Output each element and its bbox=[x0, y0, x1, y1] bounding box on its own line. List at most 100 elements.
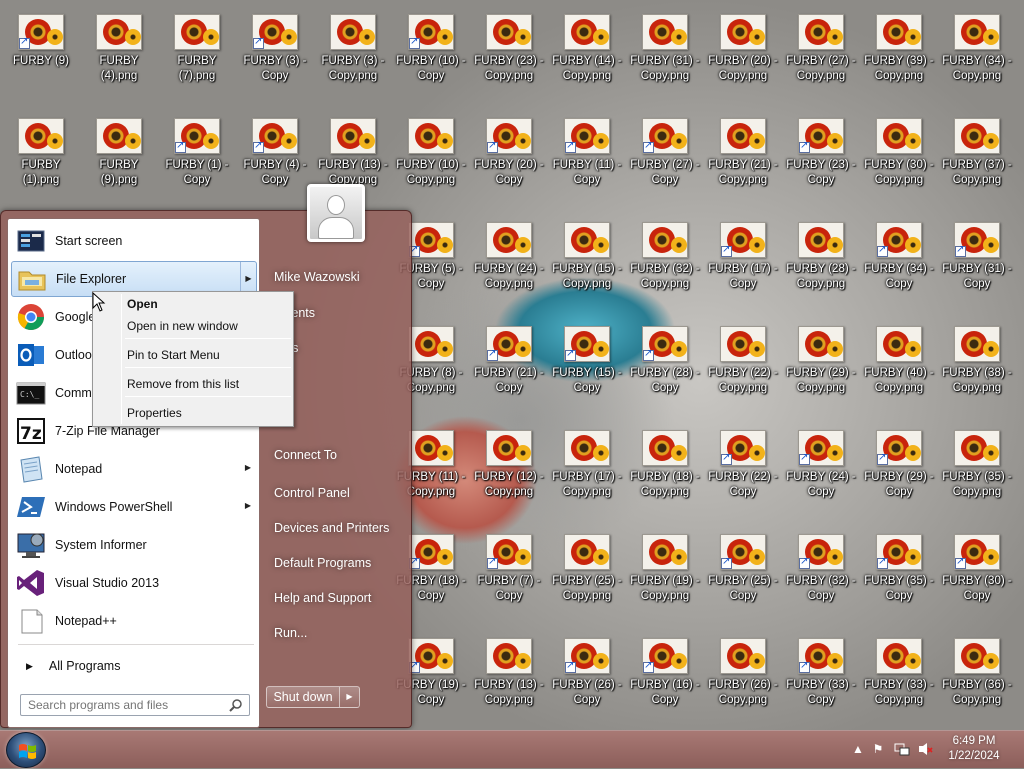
desktop-file-icon[interactable]: FURBY (4) - Copy bbox=[238, 104, 312, 200]
image-thumbnail-icon bbox=[408, 118, 454, 154]
search-box[interactable] bbox=[20, 694, 250, 716]
desktop-file-icon[interactable]: FURBY (20) - Copy.png bbox=[706, 0, 780, 96]
ctx-open[interactable]: Open bbox=[127, 294, 291, 314]
shutdown-options-button[interactable]: ▶ bbox=[340, 686, 360, 708]
desktop-file-icon[interactable]: FURBY (22) - Copy bbox=[706, 416, 780, 512]
desktop-file-icon[interactable]: FURBY (30) - Copy bbox=[940, 520, 1014, 616]
desktop-file-icon[interactable]: FURBY (36) - Copy.png bbox=[940, 624, 1014, 720]
network-icon[interactable] bbox=[894, 741, 910, 757]
desktop-file-label: FURBY (22) - Copy bbox=[708, 471, 778, 498]
desktop-file-icon[interactable]: FURBY (29) - Copy.png bbox=[784, 312, 858, 408]
desktop-file-icon[interactable]: FURBY (27) - Copy.png bbox=[784, 0, 858, 96]
desktop-file-icon[interactable]: FURBY (1) - Copy bbox=[160, 104, 234, 200]
desktop-file-icon[interactable]: FURBY (22) - Copy.png bbox=[706, 312, 780, 408]
show-hidden-icons-icon[interactable]: ▲ bbox=[850, 741, 866, 757]
search-input[interactable] bbox=[26, 696, 222, 714]
context-menu: Open Open in new window Pin to Start Men… bbox=[92, 291, 294, 427]
desktop-file-icon[interactable]: FURBY (19) - Copy.png bbox=[628, 520, 702, 616]
shortcut-arrow-icon bbox=[409, 36, 420, 49]
places-connect-to[interactable]: Connect To bbox=[266, 440, 406, 470]
desktop-file-icon[interactable]: FURBY (34) - Copy.png bbox=[940, 0, 1014, 96]
desktop-file-icon[interactable]: FURBY (20) - Copy bbox=[472, 104, 546, 200]
desktop-file-icon[interactable]: FURBY (26) - Copy.png bbox=[706, 624, 780, 720]
start-button[interactable] bbox=[6, 732, 46, 768]
desktop-file-icon[interactable]: FURBY (31) - Copy.png bbox=[628, 0, 702, 96]
submenu-arrow-icon[interactable]: ▶ bbox=[245, 463, 251, 472]
places-control-panel[interactable]: Control Panel bbox=[266, 478, 406, 508]
places-user-folder[interactable]: Mike Wazowski bbox=[266, 262, 406, 292]
search-icon[interactable] bbox=[229, 698, 243, 712]
desktop-file-icon[interactable]: FURBY (39) - Copy.png bbox=[862, 0, 936, 96]
desktop-file-icon[interactable]: FURBY (23) - Copy bbox=[784, 104, 858, 200]
desktop-file-icon[interactable]: FURBY (7) - Copy bbox=[472, 520, 546, 616]
submenu-arrow-icon[interactable]: ▶ bbox=[245, 501, 251, 510]
program-system-informer[interactable]: System Informer bbox=[11, 527, 257, 563]
desktop-file-icon[interactable]: FURBY (17) - Copy bbox=[706, 208, 780, 304]
program-notepadpp[interactable]: Notepad++ bbox=[11, 603, 257, 639]
ctx-open-new-window[interactable]: Open in new window bbox=[127, 316, 291, 336]
desktop-file-icon[interactable]: FURBY (31) - Copy bbox=[940, 208, 1014, 304]
desktop-file-icon[interactable]: FURBY (9) bbox=[4, 0, 78, 96]
desktop-file-icon[interactable]: FURBY (3) - Copy.png bbox=[316, 0, 390, 96]
desktop-file-icon[interactable]: FURBY (40) - Copy.png bbox=[862, 312, 936, 408]
desktop-file-icon[interactable]: FURBY (27) - Copy bbox=[628, 104, 702, 200]
places-devices-printers[interactable]: Devices and Printers bbox=[266, 513, 406, 543]
desktop-file-icon[interactable]: FURBY (7).png bbox=[160, 0, 234, 96]
desktop-file-icon[interactable]: FURBY (37) - Copy.png bbox=[940, 104, 1014, 200]
shutdown-button[interactable]: Shut down bbox=[266, 686, 340, 708]
desktop-file-label: FURBY (32) - Copy bbox=[786, 575, 856, 602]
action-center-flag-icon[interactable]: ⚑ bbox=[870, 741, 886, 757]
all-programs[interactable]: ▶ All Programs bbox=[11, 653, 257, 679]
desktop-file-icon[interactable]: FURBY (25) - Copy bbox=[706, 520, 780, 616]
places-run[interactable]: Run... bbox=[266, 618, 406, 648]
desktop-file-icon[interactable]: FURBY (21) - Copy.png bbox=[706, 104, 780, 200]
places-default-programs[interactable]: Default Programs bbox=[266, 548, 406, 578]
desktop-file-icon[interactable]: FURBY (1).png bbox=[4, 104, 78, 200]
desktop-file-icon[interactable]: FURBY (28) - Copy bbox=[628, 312, 702, 408]
volume-muted-icon[interactable] bbox=[918, 741, 934, 757]
desktop-file-icon[interactable]: FURBY (17) - Copy.png bbox=[550, 416, 624, 512]
desktop-file-icon[interactable]: FURBY (16) - Copy bbox=[628, 624, 702, 720]
ctx-pin-start[interactable]: Pin to Start Menu bbox=[127, 345, 291, 365]
desktop-file-icon[interactable]: FURBY (38) - Copy.png bbox=[940, 312, 1014, 408]
image-thumbnail-icon bbox=[720, 534, 766, 570]
image-thumbnail-icon bbox=[564, 14, 610, 50]
desktop-file-icon[interactable]: FURBY (13) - Copy.png bbox=[472, 624, 546, 720]
places-help-support[interactable]: Help and Support bbox=[266, 583, 406, 613]
desktop-file-icon[interactable]: FURBY (28) - Copy.png bbox=[784, 208, 858, 304]
desktop-file-icon[interactable]: FURBY (3) - Copy bbox=[238, 0, 312, 96]
desktop-file-icon[interactable]: FURBY (32) - Copy.png bbox=[628, 208, 702, 304]
program-notepad[interactable]: Notepad ▶ bbox=[11, 451, 257, 487]
desktop-file-icon[interactable]: FURBY (23) - Copy.png bbox=[472, 0, 546, 96]
desktop-file-icon[interactable]: FURBY (4).png bbox=[82, 0, 156, 96]
desktop-file-icon[interactable]: FURBY (12) - Copy.png bbox=[472, 416, 546, 512]
ctx-properties[interactable]: Properties bbox=[127, 403, 291, 423]
desktop-file-icon[interactable]: FURBY (10) - Copy.png bbox=[394, 104, 468, 200]
program-visual-studio[interactable]: Visual Studio 2013 bbox=[11, 565, 257, 601]
desktop-file-label: FURBY (33) - Copy.png bbox=[864, 679, 934, 706]
desktop-file-icon[interactable]: FURBY (11) - Copy bbox=[550, 104, 624, 200]
desktop-file-icon[interactable]: FURBY (10) - Copy bbox=[394, 0, 468, 96]
desktop-file-icon[interactable]: FURBY (34) - Copy bbox=[862, 208, 936, 304]
desktop-file-icon[interactable]: FURBY (29) - Copy bbox=[862, 416, 936, 512]
desktop-file-icon[interactable]: FURBY (9).png bbox=[82, 104, 156, 200]
desktop-file-icon[interactable]: FURBY (14) - Copy.png bbox=[550, 0, 624, 96]
desktop-file-icon[interactable]: FURBY (35) - Copy.png bbox=[940, 416, 1014, 512]
desktop-file-icon[interactable]: FURBY (18) - Copy.png bbox=[628, 416, 702, 512]
desktop-file-icon[interactable]: FURBY (24) - Copy bbox=[784, 416, 858, 512]
desktop-file-icon[interactable]: FURBY (24) - Copy.png bbox=[472, 208, 546, 304]
program-powershell[interactable]: Windows PowerShell ▶ bbox=[11, 489, 257, 525]
desktop-file-icon[interactable]: FURBY (32) - Copy bbox=[784, 520, 858, 616]
desktop-file-icon[interactable]: FURBY (35) - Copy bbox=[862, 520, 936, 616]
program-start-screen[interactable]: Start screen bbox=[11, 223, 257, 259]
desktop-file-icon[interactable]: FURBY (25) - Copy.png bbox=[550, 520, 624, 616]
desktop-file-icon[interactable]: FURBY (15) - Copy bbox=[550, 312, 624, 408]
desktop-file-icon[interactable]: FURBY (30) - Copy.png bbox=[862, 104, 936, 200]
desktop-file-icon[interactable]: FURBY (33) - Copy bbox=[784, 624, 858, 720]
desktop-file-icon[interactable]: FURBY (21) - Copy bbox=[472, 312, 546, 408]
desktop-file-icon[interactable]: FURBY (26) - Copy bbox=[550, 624, 624, 720]
clock[interactable]: 6:49 PM 1/22/2024 bbox=[939, 734, 1009, 764]
desktop-file-icon[interactable]: FURBY (15) - Copy.png bbox=[550, 208, 624, 304]
desktop-file-icon[interactable]: FURBY (33) - Copy.png bbox=[862, 624, 936, 720]
ctx-remove-list[interactable]: Remove from this list bbox=[127, 374, 291, 394]
